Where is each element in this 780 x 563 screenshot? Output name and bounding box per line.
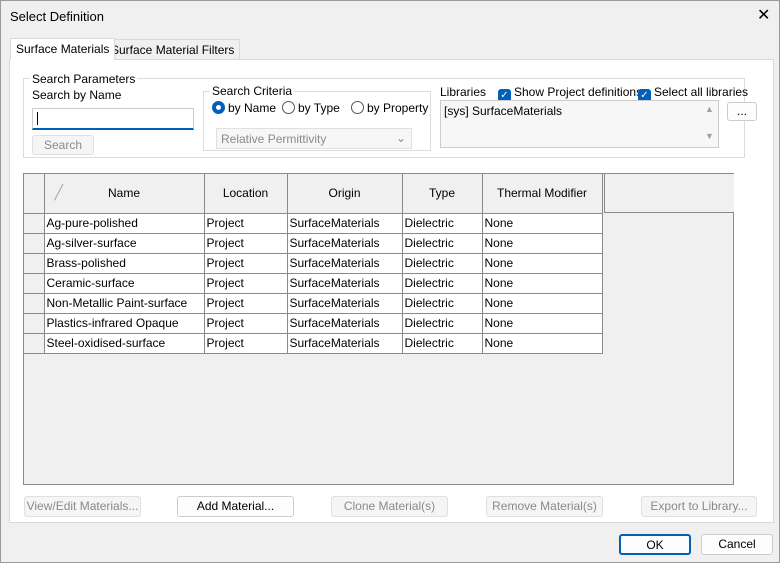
radio-checked-icon: [212, 101, 225, 114]
row-header[interactable]: [24, 232, 45, 254]
add-material-button[interactable]: Add Material...: [177, 496, 294, 517]
cell-location[interactable]: Project: [203, 252, 288, 274]
cell-location[interactable]: Project: [203, 332, 288, 354]
radio-label: by Type: [298, 101, 340, 115]
radio-icon: [282, 101, 295, 114]
row-header[interactable]: [24, 312, 45, 334]
table-row[interactable]: Non-Metallic Paint-surface Project Surface…: [24, 292, 603, 314]
cancel-button[interactable]: Cancel: [701, 534, 773, 555]
property-select-value: Relative Permittivity: [221, 132, 327, 146]
cell-name[interactable]: Plastics-infrared Opaque: [43, 312, 205, 334]
tab-surface-materials[interactable]: Surface Materials: [10, 38, 116, 60]
table-row[interactable]: Steel-oxidised-surface Project SurfaceMate…: [24, 332, 603, 354]
cell-thermal-modifier[interactable]: None: [481, 252, 603, 274]
tab-surface-material-filters[interactable]: Surface Material Filters: [105, 39, 241, 60]
cell-origin[interactable]: SurfaceMaterials: [286, 292, 403, 314]
radio-label: by Property: [367, 101, 429, 115]
search-by-name-label: Search by Name: [32, 88, 122, 102]
dialog-title: Select Definition: [10, 9, 104, 24]
column-header-type[interactable]: Type: [401, 174, 483, 214]
column-header-location[interactable]: Location: [203, 174, 288, 214]
cell-name[interactable]: Ag-pure-polished: [43, 212, 205, 234]
export-to-library-button[interactable]: Export to Library...: [641, 496, 757, 517]
table-row[interactable]: Ceramic-surface Project SurfaceMaterials Di…: [24, 272, 603, 294]
remove-materials-button[interactable]: Remove Material(s): [486, 496, 603, 517]
sort-icon: ╱: [54, 184, 63, 200]
cell-origin[interactable]: SurfaceMaterials: [286, 212, 403, 234]
cell-origin[interactable]: SurfaceMaterials: [286, 312, 403, 334]
radio-by-property[interactable]: by Property: [351, 101, 428, 115]
cell-origin[interactable]: SurfaceMaterials: [286, 252, 403, 274]
table-row[interactable]: Ag-pure-polished Project SurfaceMaterials D…: [24, 212, 603, 234]
search-input[interactable]: [32, 108, 194, 130]
library-item[interactable]: [sys] SurfaceMaterials: [444, 104, 715, 118]
cell-name[interactable]: Non-Metallic Paint-surface: [43, 292, 205, 314]
scrollbar[interactable]: ▲ ▼: [701, 101, 718, 147]
cell-type[interactable]: Dielectric: [401, 252, 483, 274]
cell-location[interactable]: Project: [203, 212, 288, 234]
row-header-corner: [24, 174, 45, 214]
cell-name[interactable]: Brass-polished: [43, 252, 205, 274]
cell-location[interactable]: Project: [203, 312, 288, 334]
row-header[interactable]: [24, 292, 45, 314]
close-icon[interactable]: ✕: [757, 5, 770, 25]
materials-grid: ╱ Name Location Origin Type Thermal Modif…: [23, 173, 734, 485]
scroll-up-icon[interactable]: ▲: [701, 104, 718, 114]
materials-table: ╱ Name Location Origin Type Thermal Modif…: [24, 174, 603, 354]
clone-materials-button[interactable]: Clone Material(s): [331, 496, 448, 517]
cell-location[interactable]: Project: [203, 272, 288, 294]
scroll-down-icon[interactable]: ▼: [701, 131, 718, 141]
column-header-thermal-modifier[interactable]: Thermal Modifier: [481, 174, 603, 214]
cell-type[interactable]: Dielectric: [401, 272, 483, 294]
row-header[interactable]: [24, 252, 45, 274]
search-parameters-label: Search Parameters: [30, 72, 138, 86]
radio-label: by Name: [228, 101, 277, 115]
table-row[interactable]: Ag-silver-surface Project SurfaceMaterials…: [24, 232, 603, 254]
cell-thermal-modifier[interactable]: None: [481, 272, 603, 294]
row-header[interactable]: [24, 212, 45, 234]
cell-location[interactable]: Project: [203, 292, 288, 314]
browse-libraries-button[interactable]: ...: [727, 102, 757, 121]
column-header-name[interactable]: ╱ Name: [43, 174, 205, 214]
cell-type[interactable]: Dielectric: [401, 232, 483, 254]
libraries-list[interactable]: [sys] SurfaceMaterials ▲ ▼: [440, 100, 719, 148]
cell-thermal-modifier[interactable]: None: [481, 312, 603, 334]
cell-origin[interactable]: SurfaceMaterials: [286, 272, 403, 294]
search-criteria-label: Search Criteria: [210, 84, 295, 98]
cell-thermal-modifier[interactable]: None: [481, 212, 603, 234]
cell-type[interactable]: Dielectric: [401, 212, 483, 234]
search-button[interactable]: Search: [32, 135, 94, 155]
cell-name[interactable]: Ceramic-surface: [43, 272, 205, 294]
cell-type[interactable]: Dielectric: [401, 312, 483, 334]
view-edit-materials-button[interactable]: View/Edit Materials...: [24, 496, 141, 517]
chevron-down-icon: ⌄: [395, 131, 406, 145]
radio-icon: [351, 101, 364, 114]
cell-origin[interactable]: SurfaceMaterials: [286, 332, 403, 354]
cell-thermal-modifier[interactable]: None: [481, 292, 603, 314]
cell-thermal-modifier[interactable]: None: [481, 332, 603, 354]
cell-location[interactable]: Project: [203, 232, 288, 254]
column-header-origin[interactable]: Origin: [286, 174, 403, 214]
cell-name[interactable]: Steel-oxidised-surface: [43, 332, 205, 354]
property-select[interactable]: Relative Permittivity ⌄: [216, 128, 412, 149]
cell-thermal-modifier[interactable]: None: [481, 232, 603, 254]
row-header[interactable]: [24, 272, 45, 294]
cell-name[interactable]: Ag-silver-surface: [43, 232, 205, 254]
table-row[interactable]: Brass-polished Project SurfaceMaterials Die…: [24, 252, 603, 274]
radio-by-name[interactable]: by Name: [212, 101, 276, 115]
ok-button[interactable]: OK: [619, 534, 691, 555]
checkbox-label: Show Project definitions: [514, 85, 643, 99]
row-header[interactable]: [24, 332, 45, 354]
checkbox-label: Select all libraries: [654, 85, 749, 99]
radio-by-type[interactable]: by Type: [282, 101, 340, 115]
cell-type[interactable]: Dielectric: [401, 292, 483, 314]
cell-type[interactable]: Dielectric: [401, 332, 483, 354]
libraries-label: Libraries: [440, 85, 487, 99]
cell-origin[interactable]: SurfaceMaterials: [286, 232, 403, 254]
table-row[interactable]: Plastics-infrared Opaque Project SurfaceMa…: [24, 312, 603, 334]
